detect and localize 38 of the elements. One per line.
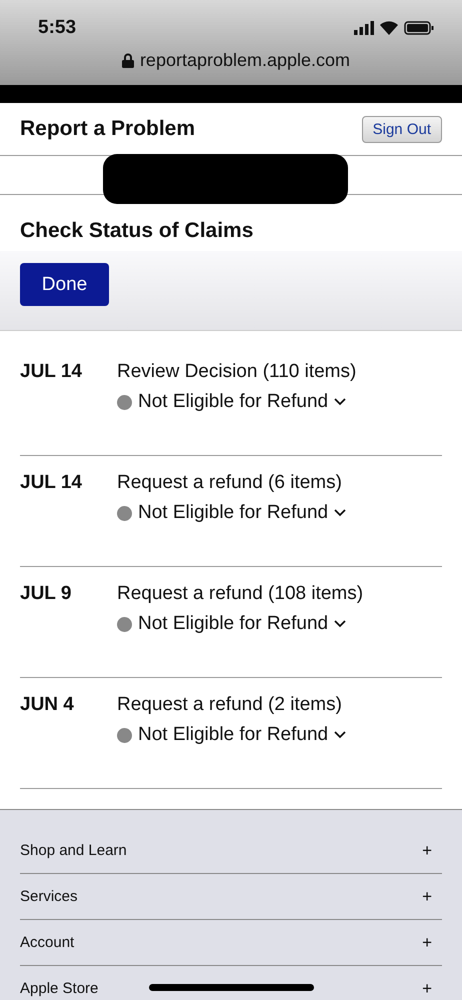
claim-status[interactable]: Not Eligible for Refund: [117, 502, 346, 524]
done-button[interactable]: Done: [20, 263, 109, 306]
claim-title: Review Decision (110 items): [117, 361, 356, 383]
claim-date: JUL 9: [20, 583, 72, 605]
footer-link[interactable]: Account: [20, 934, 74, 951]
claim-status[interactable]: Not Eligible for Refund: [117, 391, 356, 413]
claim-date: JUL 14: [20, 361, 83, 383]
chevron-icon: [334, 398, 346, 406]
status-dot: [117, 394, 132, 410]
section-heading: Check Status of Claims: [19, 218, 254, 244]
chevron-icon: [334, 731, 346, 739]
wifi-icon: [380, 21, 398, 35]
expand-button[interactable]: +: [422, 978, 442, 998]
status-dot: [117, 728, 132, 742]
footer-link[interactable]: Services: [20, 888, 78, 905]
sign-out-button[interactable]: Sign Out: [362, 116, 442, 142]
status-time: 5:53: [38, 17, 76, 39]
footer-link[interactable]: Shop and Learn: [20, 842, 127, 859]
chevron-icon: [334, 620, 346, 628]
claim-date: JUN 4: [20, 694, 75, 716]
status-dot: [117, 616, 132, 632]
lock-icon: [122, 53, 134, 68]
claim-title: Request a refund (108 items): [117, 583, 364, 605]
page-title: Report a Problem: [20, 117, 196, 141]
status-dot: [117, 506, 132, 520]
claim-title: Request a refund (2 items): [117, 694, 343, 716]
expand-button[interactable]: +: [422, 932, 442, 952]
address-url[interactable]: reportaproblem.apple.com: [140, 50, 350, 71]
battery-icon: [404, 21, 434, 35]
claim-date: JUL 14: [20, 472, 83, 494]
signal-icon: [354, 21, 374, 35]
expand-button[interactable]: +: [422, 840, 442, 860]
expand-button[interactable]: +: [422, 886, 442, 906]
claim-status[interactable]: Not Eligible for Refund: [117, 613, 364, 635]
chevron-icon: [334, 509, 346, 517]
claim-status[interactable]: Not Eligible for Refund: [117, 724, 346, 746]
claim-title: Request a refund (6 items): [117, 472, 343, 494]
footer-link[interactable]: Apple Store: [20, 980, 98, 997]
